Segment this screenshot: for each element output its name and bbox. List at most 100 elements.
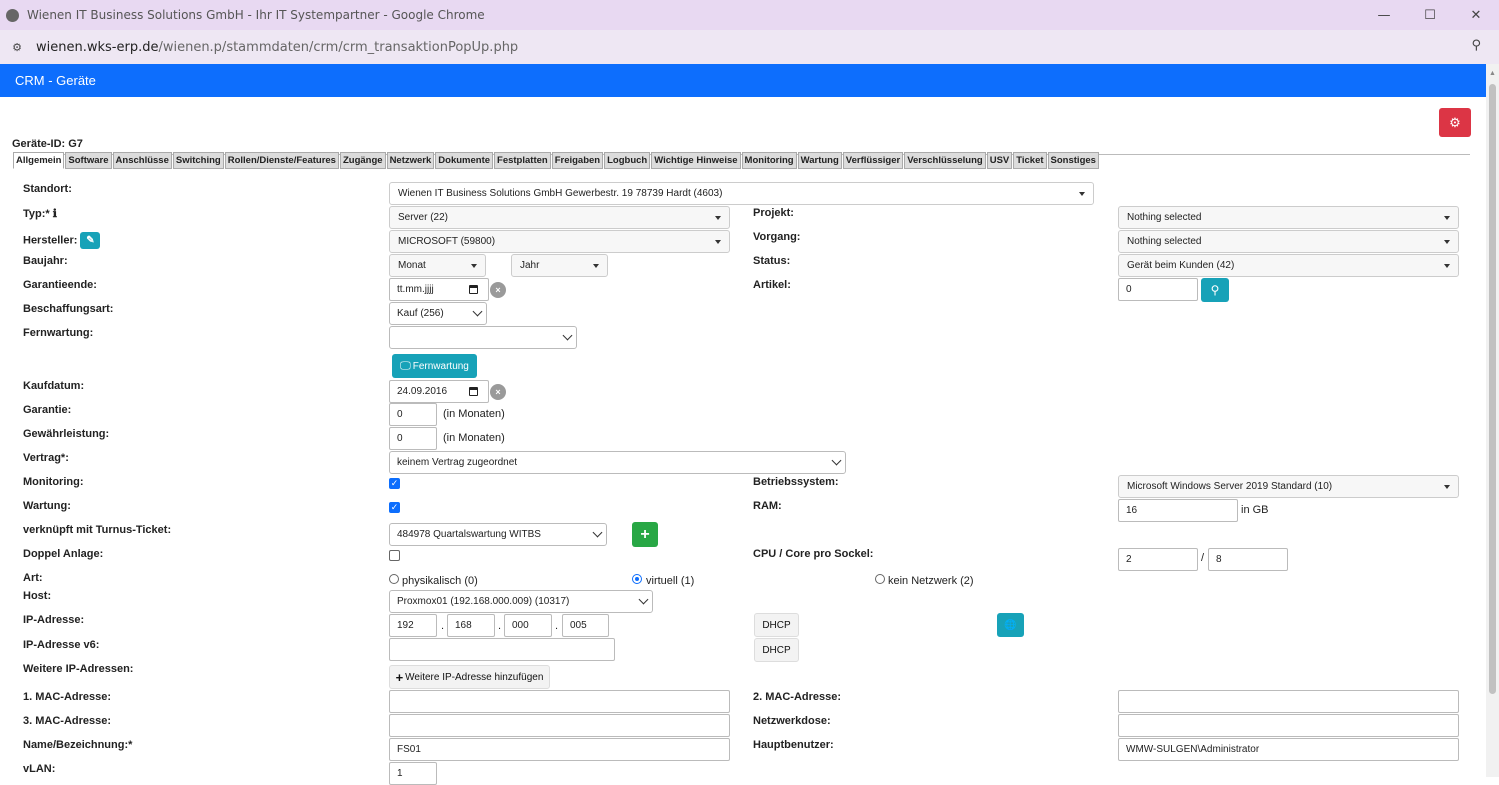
projekt-label: Projekt: (753, 207, 794, 219)
gear-icon: ⚙ (1449, 114, 1461, 130)
projekt-select[interactable]: Nothing selected (1118, 206, 1459, 229)
tab-6[interactable]: Netzwerk (386, 152, 435, 169)
status-select[interactable]: Gerät beim Kunden (42) (1118, 254, 1459, 277)
edit-hersteller-button[interactable]: ✎ (80, 232, 101, 249)
core-input[interactable]: 8 (1208, 548, 1288, 571)
site-settings-icon[interactable]: ⚙ (8, 38, 26, 56)
garantieende-label: Garantieende: (23, 279, 97, 291)
typ-select[interactable]: Server (22) (389, 206, 730, 229)
tab-8[interactable]: Festplatten (494, 152, 551, 169)
tab-18[interactable]: Sonstiges (1047, 152, 1099, 169)
scrollbar-thumb[interactable] (1489, 84, 1496, 694)
settings-button[interactable]: ⚙ (1439, 108, 1471, 137)
fernwartung-button[interactable]: 🖵 Fernwartung (392, 354, 477, 378)
wartung-label: Wartung: (23, 500, 71, 512)
close-button[interactable]: ✕ (1453, 0, 1499, 30)
tab-3[interactable]: Switching (172, 152, 224, 169)
calendar-icon[interactable] (469, 387, 478, 396)
garantieende-input[interactable]: tt.mm.jjjj (389, 278, 489, 301)
pencil-icon: ✎ (86, 235, 95, 246)
host-select[interactable]: Proxmox01 (192.168.000.009) (10317) (389, 590, 653, 613)
dhcp-ip-button[interactable]: DHCP (754, 613, 799, 637)
add-ip-button[interactable]: + Weitere IP-Adresse hinzufügen (389, 665, 550, 689)
mac1-input[interactable] (389, 690, 730, 713)
tab-4[interactable]: Rollen/Dienste/Features (224, 152, 339, 169)
tab-16[interactable]: USV (986, 152, 1013, 169)
globe-icon (6, 8, 19, 22)
ram-input[interactable]: 16 (1118, 499, 1238, 522)
ip-label: IP-Adresse: (23, 614, 85, 626)
wartung-checkbox[interactable]: ✓ (389, 502, 400, 513)
hauptbenutzer-label: Hauptbenutzer: (753, 739, 834, 751)
ip-lookup-button[interactable]: 🌐 (997, 613, 1024, 637)
scrollbar[interactable]: ▲ (1486, 64, 1499, 777)
device-id: Geräte-ID: G7 (12, 138, 83, 150)
tab-15[interactable]: Verschlüsselung (904, 152, 986, 169)
artikel-input[interactable]: 0 (1118, 278, 1198, 301)
turnus-select[interactable]: 484978 Quartalswartung WITBS (389, 523, 607, 546)
tab-11[interactable]: Wichtige Hinweise (651, 152, 741, 169)
monitoring-checkbox[interactable]: ✓ (389, 478, 400, 489)
jahr-value: Jahr (520, 260, 540, 271)
betriebssystem-select[interactable]: Microsoft Windows Server 2019 Standard (… (1118, 475, 1459, 498)
dhcp-ipv6-button[interactable]: DHCP (754, 638, 799, 662)
ip-octet4-input[interactable]: 005 (562, 614, 609, 637)
tab-17[interactable]: Ticket (1013, 152, 1047, 169)
gewaehrleistung-input[interactable]: 0 (389, 427, 437, 450)
name-input[interactable]: FS01 (389, 738, 730, 761)
fernwartung-select[interactable] (389, 326, 577, 349)
vertrag-select[interactable]: keinem Vertrag zugeordnet (389, 451, 846, 474)
doppel-checkbox[interactable] (389, 550, 400, 561)
hersteller-select[interactable]: MICROSOFT (59800) (389, 230, 730, 253)
tab-2[interactable]: Anschlüsse (112, 152, 172, 169)
art-kein-netzwerk-radio[interactable] (875, 574, 885, 584)
mac3-input[interactable] (389, 714, 730, 737)
beschaffungsart-select[interactable]: Kauf (256) (389, 302, 487, 325)
add-turnus-button[interactable]: + (632, 522, 658, 547)
tab-14[interactable]: Verflüssiger (842, 152, 904, 169)
hauptbenutzer-input[interactable]: WMW-SULGEN\Administrator (1118, 738, 1459, 761)
plus-icon: + (640, 525, 650, 543)
tab-7[interactable]: Dokumente (435, 152, 494, 169)
netzwerkdose-input[interactable] (1118, 714, 1459, 737)
gewaehrleistung-unit: (in Monaten) (443, 432, 505, 444)
mac2-input[interactable] (1118, 690, 1459, 713)
tab-5[interactable]: Zugänge (339, 152, 386, 169)
clear-kaufdatum-button[interactable]: × (490, 384, 506, 400)
tab-1[interactable]: Software (65, 152, 112, 169)
tab-12[interactable]: Monitoring (741, 152, 797, 169)
ip-octet1-input[interactable]: 192 (389, 614, 437, 637)
info-icon[interactable]: ℹ (53, 208, 57, 220)
ip-octet2-input[interactable]: 168 (447, 614, 495, 637)
artikel-search-button[interactable]: ⚲ (1201, 278, 1229, 302)
beschaffungsart-label: Beschaffungsart: (23, 303, 114, 315)
address-bar[interactable]: ⚙ wienen.wks-erp.de/wienen.p/stammdaten/… (0, 30, 1499, 64)
tab-13[interactable]: Wartung (797, 152, 842, 169)
cpu-input[interactable]: 2 (1118, 548, 1198, 571)
vlan-input[interactable]: 1 (389, 762, 437, 785)
minimize-button[interactable]: — (1361, 0, 1407, 30)
baujahr-monat-select[interactable]: Monat (389, 254, 486, 277)
scroll-up-icon[interactable]: ▲ (1489, 70, 1496, 77)
ip-octet3-value: 000 (512, 620, 529, 631)
ip-octet3-input[interactable]: 000 (504, 614, 552, 637)
search-icon[interactable]: ⚲ (1471, 38, 1481, 53)
maximize-button[interactable]: ☐ (1407, 0, 1453, 30)
art-virtuell-radio[interactable] (632, 574, 642, 584)
ipv6-input[interactable] (389, 638, 615, 661)
kaufdatum-input[interactable]: 24.09.2016 (389, 380, 489, 403)
vorgang-select[interactable]: Nothing selected (1118, 230, 1459, 253)
ip-dot: . (498, 620, 502, 632)
tab-9[interactable]: Freigaben (551, 152, 604, 169)
tab-0[interactable]: Allgemein (13, 152, 65, 169)
standort-select[interactable]: Wienen IT Business Solutions GmbH Gewerb… (389, 182, 1094, 205)
artikel-value: 0 (1126, 284, 1132, 295)
tab-10[interactable]: Logbuch (604, 152, 651, 169)
calendar-icon[interactable] (469, 285, 478, 294)
mac1-label: 1. MAC-Adresse: (23, 691, 112, 703)
caret-down-icon (471, 264, 477, 268)
garantie-input[interactable]: 0 (389, 403, 437, 426)
art-physikalisch-radio[interactable] (389, 574, 399, 584)
clear-garantieende-button[interactable]: × (490, 282, 506, 298)
baujahr-jahr-select[interactable]: Jahr (511, 254, 608, 277)
